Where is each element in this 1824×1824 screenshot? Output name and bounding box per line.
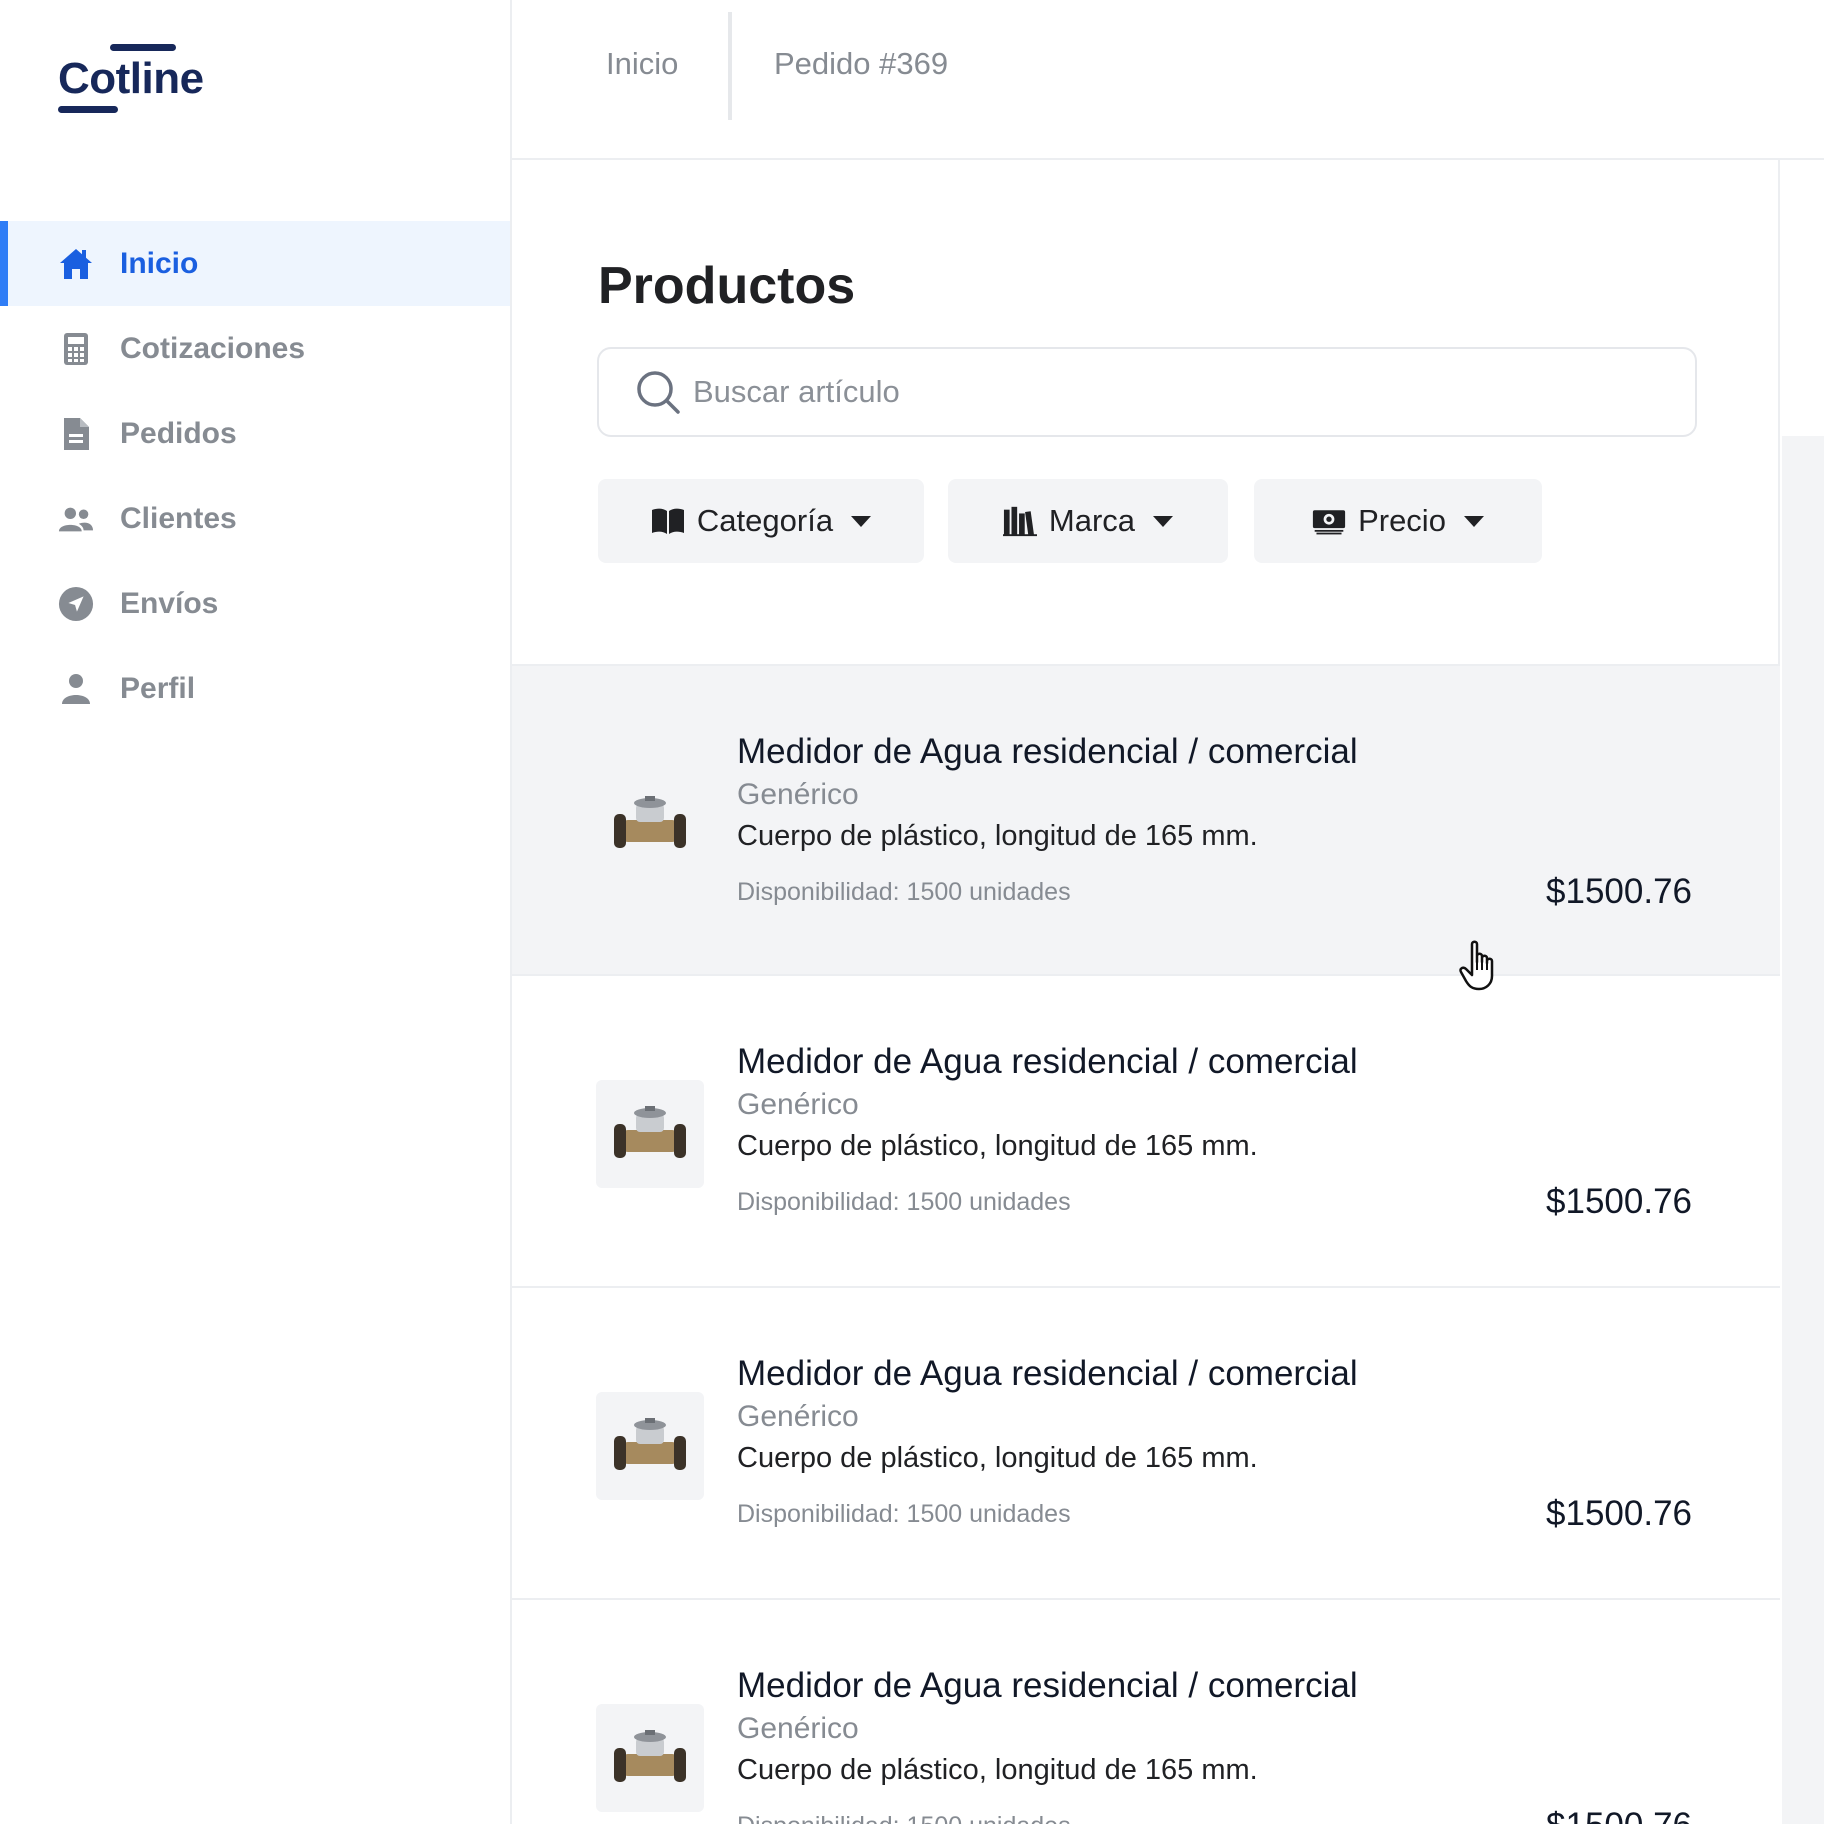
product-row[interactable]: Medidor de Agua residencial / comercial …	[512, 1288, 1780, 1600]
search-input[interactable]	[693, 374, 1653, 410]
category-filter-button[interactable]: Categoría	[598, 479, 924, 563]
sidebar: Cotline Inicio Cotizaciones Pedidos Clie…	[0, 0, 512, 1824]
chevron-down-icon	[1463, 515, 1484, 527]
product-image	[596, 1392, 704, 1500]
product-stock: Disponibilidad: 1500 unidades	[737, 878, 1071, 906]
product-image	[596, 1704, 704, 1812]
sidebar-item-envios[interactable]: Envíos	[0, 561, 510, 646]
search-icon	[635, 369, 681, 415]
product-brand: Genérico	[737, 778, 859, 811]
breadcrumb: Inicio Pedido #369	[512, 0, 1824, 160]
product-image	[596, 1080, 704, 1188]
calculator-icon	[58, 331, 94, 367]
sidebar-item-label: Clientes	[120, 501, 237, 535]
product-description: Cuerpo de plástico, longitud de 165 mm.	[737, 1754, 1258, 1786]
product-stock: Disponibilidad: 1500 unidades	[737, 1812, 1071, 1824]
product-name: Medidor de Agua residencial / comercial	[737, 1354, 1358, 1393]
product-description: Cuerpo de plástico, longitud de 165 mm.	[737, 820, 1258, 852]
product-row[interactable]: Medidor de Agua residencial / comercial …	[512, 976, 1780, 1288]
search-box[interactable]	[597, 347, 1697, 437]
brand-logo[interactable]: Cotline	[58, 44, 218, 116]
product-price: $1500.76	[1546, 872, 1692, 911]
sidebar-item-clientes[interactable]: Clientes	[0, 476, 510, 561]
chevron-down-icon	[851, 515, 872, 527]
user-icon	[58, 671, 94, 707]
product-price: $1500.76	[1546, 1806, 1692, 1824]
breadcrumb-home-link[interactable]: Inicio	[606, 46, 678, 82]
page-title: Productos	[598, 257, 856, 315]
main-content: Productos Categoría Marca Precio	[512, 160, 1780, 1824]
product-brand: Genérico	[737, 1400, 859, 1433]
sidebar-item-label: Inicio	[120, 246, 199, 280]
hand-cursor-icon	[1458, 940, 1502, 992]
sidebar-item-pedidos[interactable]: Pedidos	[0, 391, 510, 476]
sidebar-item-inicio[interactable]: Inicio	[0, 221, 510, 306]
product-image	[596, 770, 704, 878]
sidebar-nav: Inicio Cotizaciones Pedidos Clientes Env…	[0, 221, 510, 731]
sidebar-item-perfil[interactable]: Perfil	[0, 646, 510, 731]
product-name: Medidor de Agua residencial / comercial	[737, 1042, 1358, 1081]
logo-bar-top	[110, 44, 176, 51]
product-name: Medidor de Agua residencial / comercial	[737, 732, 1358, 771]
product-price: $1500.76	[1546, 1494, 1692, 1533]
sidebar-item-label: Cotizaciones	[120, 331, 306, 365]
brand-filter-button[interactable]: Marca	[948, 479, 1228, 563]
sidebar-item-label: Perfil	[120, 671, 196, 705]
product-name: Medidor de Agua residencial / comercial	[737, 1666, 1358, 1705]
users-icon	[58, 501, 94, 537]
logo-bar-bottom	[58, 106, 118, 113]
document-icon	[58, 416, 94, 452]
books-icon	[1002, 504, 1037, 538]
sidebar-item-label: Pedidos	[120, 416, 237, 450]
money-icon	[1312, 504, 1346, 538]
product-description: Cuerpo de plástico, longitud de 165 mm.	[737, 1442, 1258, 1474]
home-icon	[58, 246, 94, 282]
book-icon	[651, 504, 685, 538]
breadcrumb-current[interactable]: Pedido #369	[774, 46, 948, 82]
send-icon	[58, 586, 94, 622]
chevron-down-icon	[1153, 515, 1174, 527]
product-list: Medidor de Agua residencial / comercial …	[512, 664, 1780, 1824]
sidebar-item-label: Envíos	[120, 586, 219, 620]
product-price: $1500.76	[1546, 1182, 1692, 1221]
product-row[interactable]: Medidor de Agua residencial / comercial …	[512, 664, 1780, 976]
filter-label: Precio	[1358, 503, 1446, 538]
price-filter-button[interactable]: Precio	[1254, 479, 1542, 563]
filter-label: Categoría	[696, 503, 834, 538]
product-stock: Disponibilidad: 1500 unidades	[737, 1500, 1071, 1528]
product-brand: Genérico	[737, 1712, 859, 1745]
product-row[interactable]: Medidor de Agua residencial / comercial …	[512, 1600, 1780, 1824]
product-stock: Disponibilidad: 1500 unidades	[737, 1188, 1071, 1216]
right-panel-edge	[1782, 436, 1824, 1824]
product-brand: Genérico	[737, 1088, 859, 1121]
sidebar-item-cotizaciones[interactable]: Cotizaciones	[0, 306, 510, 391]
filter-label: Marca	[1048, 503, 1136, 538]
brand-name: Cotline	[58, 54, 204, 103]
product-description: Cuerpo de plástico, longitud de 165 mm.	[737, 1130, 1258, 1162]
breadcrumb-divider	[728, 12, 732, 120]
